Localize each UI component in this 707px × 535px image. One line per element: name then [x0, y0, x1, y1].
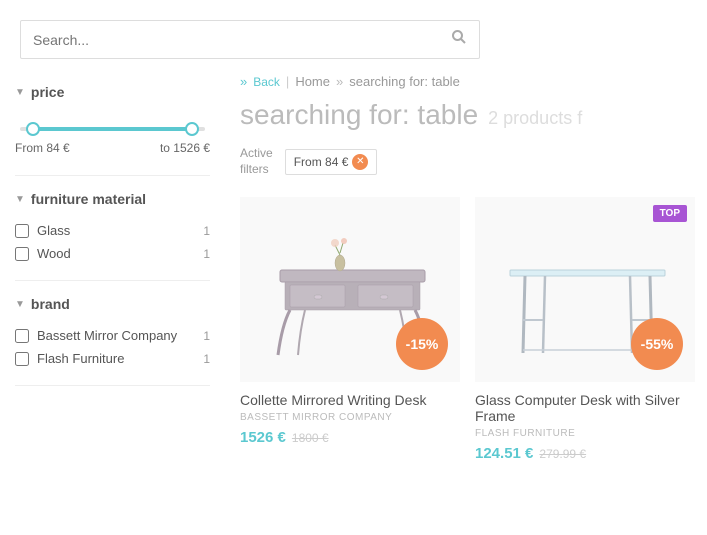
- brand-count: 1: [203, 329, 210, 343]
- price-filter-toggle[interactable]: ▼ price: [15, 84, 210, 100]
- breadcrumb-current: searching for: table: [349, 74, 460, 89]
- price-slider-track[interactable]: [20, 127, 205, 131]
- active-filters-label: Active filters: [240, 146, 273, 177]
- price-slider-container: From 84 € to 1526 €: [15, 112, 210, 160]
- top-badge: TOP: [653, 205, 687, 222]
- material-arrow-icon: ▼: [15, 194, 25, 205]
- search-button[interactable]: [451, 29, 467, 50]
- product-card[interactable]: -15% Collette Mirrored Writing Desk BASS…: [240, 197, 460, 467]
- price-slider-thumb-left[interactable]: [26, 122, 40, 136]
- material-checkbox[interactable]: [15, 247, 29, 261]
- price-slider-thumb-right[interactable]: [185, 122, 199, 136]
- filter-tag: From 84 € ✕: [285, 149, 378, 175]
- price-to: to 1526 €: [160, 141, 210, 155]
- breadcrumb: » Back | Home » searching for: table: [240, 69, 695, 89]
- material-label: Wood: [37, 246, 71, 261]
- material-list: Glass 1 Wood 1: [15, 219, 210, 265]
- brand-checkbox-left: Flash Furniture: [15, 351, 124, 366]
- brand-label: Flash Furniture: [37, 351, 124, 366]
- product-image-container: TOP -55%: [475, 197, 695, 382]
- price-filter-section: ▼ price From 84 € to 1526 €: [15, 69, 210, 176]
- material-count: 1: [203, 247, 210, 261]
- material-checkbox[interactable]: [15, 224, 29, 238]
- product-card[interactable]: TOP -55% G: [475, 197, 695, 467]
- search-bar: [20, 20, 480, 59]
- breadcrumb-arrow: »: [240, 74, 247, 89]
- back-link[interactable]: Back: [253, 75, 280, 89]
- brand-filter-section: ▼ brand Bassett Mirror Company 1 Flash F…: [15, 281, 210, 386]
- remove-filter-button[interactable]: ✕: [352, 154, 368, 170]
- breadcrumb-separator: |: [286, 74, 289, 89]
- page-title: searching for: table: [240, 99, 478, 131]
- product-name: Collette Mirrored Writing Desk: [240, 392, 460, 408]
- brand-count: 1: [203, 352, 210, 366]
- brand-checkbox[interactable]: [15, 329, 29, 343]
- product-brand: BASSETT MIRROR COMPANY: [240, 412, 460, 423]
- price-current: 124.51 €: [475, 445, 533, 462]
- search-input[interactable]: [33, 32, 451, 48]
- material-checkbox-left: Wood: [15, 246, 71, 261]
- material-label: Glass: [37, 223, 70, 238]
- material-filter-toggle[interactable]: ▼ furniture material: [15, 191, 210, 207]
- breadcrumb-arrow2: »: [336, 74, 343, 89]
- price-current: 1526 €: [240, 429, 286, 446]
- product-info: Glass Computer Desk with Silver Frame FL…: [475, 382, 695, 467]
- material-checkbox-left: Glass: [15, 223, 70, 238]
- product-name: Glass Computer Desk with Silver Frame: [475, 392, 695, 424]
- product-price: 124.51 € 279.99 €: [475, 445, 695, 462]
- home-link[interactable]: Home: [295, 74, 330, 89]
- price-arrow-icon: ▼: [15, 87, 25, 98]
- sidebar: ▼ price From 84 € to 1526 € ▼ furniture …: [0, 69, 225, 467]
- search-icon: [451, 29, 467, 45]
- content-area: » Back | Home » searching for: table sea…: [225, 69, 707, 467]
- material-item: Glass 1: [15, 219, 210, 242]
- product-image-container: -15%: [240, 197, 460, 382]
- discount-badge: -55%: [631, 318, 683, 370]
- brand-label: Bassett Mirror Company: [37, 328, 177, 343]
- brand-checkbox[interactable]: [15, 352, 29, 366]
- brand-item: Flash Furniture 1: [15, 347, 210, 370]
- material-filter-title: furniture material: [31, 191, 146, 207]
- filter-tag-text: From 84 €: [294, 155, 349, 169]
- product-brand: FLASH FURNITURE: [475, 428, 695, 439]
- discount-badge: -15%: [396, 318, 448, 370]
- price-original: 279.99 €: [539, 447, 586, 461]
- page-title-row: searching for: table 2 products f: [240, 99, 695, 131]
- brand-filter-toggle[interactable]: ▼ brand: [15, 296, 210, 312]
- price-original: 1800 €: [292, 431, 329, 445]
- material-filter-section: ▼ furniture material Glass 1 Wood 1: [15, 176, 210, 281]
- product-info: Collette Mirrored Writing Desk BASSETT M…: [240, 382, 460, 451]
- price-slider-fill: [29, 127, 196, 131]
- product-count: 2 products f: [488, 108, 582, 129]
- price-range: From 84 € to 1526 €: [15, 141, 210, 155]
- product-price: 1526 € 1800 €: [240, 429, 460, 446]
- active-filters: Active filters From 84 € ✕: [240, 146, 695, 177]
- brand-checkbox-left: Bassett Mirror Company: [15, 328, 177, 343]
- price-from: From 84 €: [15, 141, 70, 155]
- material-item: Wood 1: [15, 242, 210, 265]
- brand-filter-title: brand: [31, 296, 70, 312]
- price-filter-title: price: [31, 84, 64, 100]
- brand-arrow-icon: ▼: [15, 299, 25, 310]
- products-grid: -15% Collette Mirrored Writing Desk BASS…: [240, 197, 695, 467]
- brand-item: Bassett Mirror Company 1: [15, 324, 210, 347]
- brand-list: Bassett Mirror Company 1 Flash Furniture…: [15, 324, 210, 370]
- material-count: 1: [203, 224, 210, 238]
